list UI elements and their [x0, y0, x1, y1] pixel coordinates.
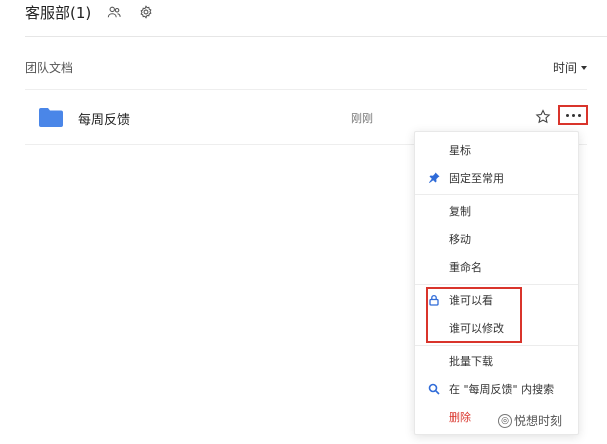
folder-icon [39, 107, 63, 127]
star-icon[interactable] [535, 109, 551, 125]
more-button[interactable] [558, 105, 588, 125]
sort-label: 时间 [552, 61, 577, 75]
menu-divider [415, 345, 578, 346]
page-title: 客服部(1) [25, 3, 92, 22]
settings-icon[interactable] [137, 3, 155, 21]
header: 客服部(1) [25, 0, 155, 24]
menu-item-label: 复制 [449, 205, 471, 218]
watermark-text: 悦想时刻 [514, 414, 563, 428]
menu-item-label: 星标 [449, 144, 471, 157]
menu-item-batch-download[interactable]: 批量下载 [415, 348, 578, 374]
header-divider [25, 36, 607, 37]
context-menu: 星标 固定至常用 复制 移动 重命名 谁可以看 谁可以修改 批量下载 在 "每周… [414, 131, 579, 435]
watermark-logo-icon: ◎ [498, 413, 512, 428]
more-icon [565, 113, 569, 117]
menu-item-label: 移动 [449, 233, 471, 246]
search-icon [428, 383, 440, 395]
menu-divider [415, 284, 578, 285]
menu-divider [415, 194, 578, 195]
menu-item-rename[interactable]: 重命名 [415, 254, 578, 280]
file-time: 刚刚 [351, 112, 373, 125]
menu-item-label: 在 "每周反馈" 内搜索 [449, 383, 555, 396]
menu-item-label: 批量下载 [449, 355, 493, 368]
pin-icon [428, 172, 440, 184]
menu-item-star[interactable]: 星标 [415, 137, 578, 163]
menu-item-pin[interactable]: 固定至常用 [415, 165, 578, 191]
members-icon[interactable] [105, 3, 123, 21]
watermark: ◎ 悦想时刻 [498, 412, 562, 429]
menu-item-copy[interactable]: 复制 [415, 198, 578, 224]
section-label: 团队文档 [25, 61, 74, 75]
menu-item-label: 删除 [449, 411, 471, 424]
highlight-box [426, 287, 522, 343]
caret-down-icon [581, 65, 587, 70]
menu-item-search-in-folder[interactable]: 在 "每周反馈" 内搜索 [415, 376, 578, 402]
file-name[interactable]: 每周反馈 [78, 109, 130, 128]
menu-item-move[interactable]: 移动 [415, 226, 578, 252]
sort-dropdown[interactable]: 时间 [553, 59, 587, 76]
menu-item-label: 固定至常用 [449, 172, 504, 185]
menu-item-label: 重命名 [449, 261, 482, 274]
